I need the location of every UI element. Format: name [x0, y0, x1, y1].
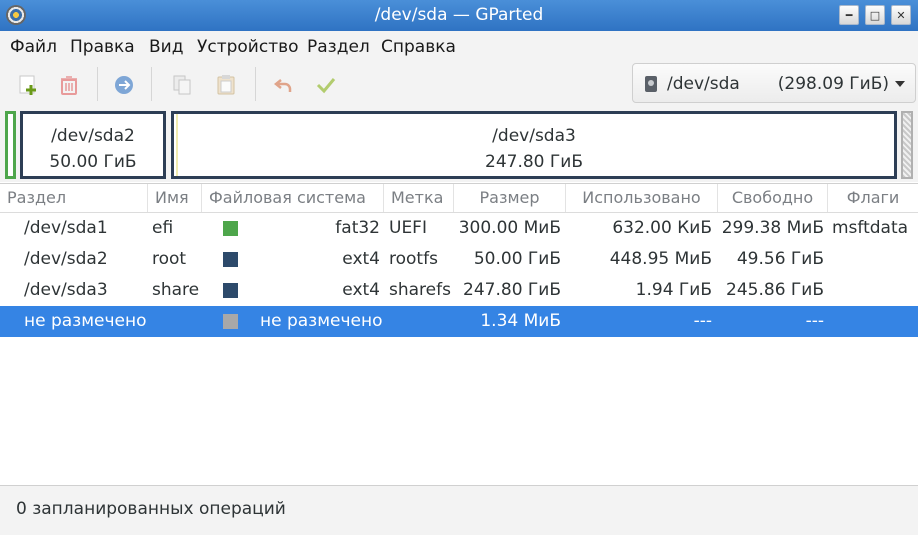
cell-filesystem: не размечено: [260, 311, 383, 331]
toolbar: /dev/sda (298.09 ГиБ): [0, 62, 918, 108]
harddisk-icon: [645, 76, 657, 92]
fs-color-swatch: [223, 221, 238, 236]
device-selector[interactable]: /dev/sda (298.09 ГиБ): [632, 63, 916, 103]
copy-icon: [173, 75, 191, 95]
toolbar-separator: [97, 67, 98, 101]
menu-view[interactable]: Вид: [149, 37, 183, 57]
menu-partition[interactable]: Раздел: [307, 37, 370, 57]
cell-used: 448.95 МиБ: [609, 249, 712, 269]
diskmap-sda1[interactable]: [5, 111, 16, 179]
column-name[interactable]: Имя: [148, 184, 202, 212]
title-bar: /dev/sda — GParted ━ □ ✕: [0, 0, 918, 31]
new-icon: [19, 75, 36, 95]
cell-filesystem: ext4: [342, 280, 380, 300]
table-row[interactable]: /dev/sda1 efi fat32 UEFI 300.00 МиБ 632.…: [0, 213, 918, 244]
fs-color-swatch: [223, 283, 238, 298]
delete-icon: [61, 76, 77, 95]
menu-help[interactable]: Справка: [381, 37, 456, 57]
undo-icon: [273, 79, 292, 92]
column-filesystem[interactable]: Файловая система: [202, 184, 384, 212]
minimize-button[interactable]: ━: [839, 5, 859, 25]
cell-name: root: [152, 249, 187, 269]
column-partition[interactable]: Раздел: [0, 184, 148, 212]
toolbar-separator: [151, 67, 152, 101]
new-partition-button[interactable]: [16, 72, 42, 98]
cell-name: efi: [152, 218, 174, 238]
cell-partition: /dev/sda3: [24, 280, 108, 300]
menu-file[interactable]: Файл: [10, 37, 57, 57]
disk-graphic: /dev/sda2 50.00 ГиБ /dev/sda3 247.80 ГиБ: [0, 108, 918, 182]
cell-name: share: [152, 280, 200, 300]
column-size[interactable]: Размер: [454, 184, 566, 212]
table-row-selected[interactable]: не размечено не размечено 1.34 МиБ --- -…: [0, 306, 918, 337]
cell-flags: msftdata: [832, 218, 909, 238]
device-name: /dev/sda: [667, 74, 740, 94]
cell-filesystem: ext4: [342, 249, 380, 269]
resize-move-icon: [115, 76, 133, 94]
diskmap-sda2-name: /dev/sda2: [51, 126, 135, 146]
cell-free: 299.38 МиБ: [721, 218, 824, 238]
apply-icon: [316, 78, 336, 94]
close-button[interactable]: ✕: [891, 5, 911, 25]
resize-move-button[interactable]: [111, 72, 137, 98]
cell-partition: /dev/sda1: [24, 218, 108, 238]
diskmap-unallocated[interactable]: [901, 111, 913, 179]
status-bar: 0 запланированных операций: [0, 485, 918, 535]
pending-operations-text: 0 запланированных операций: [16, 499, 286, 519]
menu-bar: Файл Правка Вид Устройство Раздел Справк…: [0, 31, 918, 62]
cell-used: 1.94 ГиБ: [635, 280, 712, 300]
undo-button[interactable]: [271, 72, 297, 98]
cell-size: 1.34 МиБ: [480, 311, 561, 331]
fs-color-swatch: [223, 252, 238, 267]
column-used[interactable]: Использовано: [566, 184, 718, 212]
cell-label: UEFI: [389, 218, 427, 238]
cell-size: 247.80 ГиБ: [463, 280, 561, 300]
table-row[interactable]: /dev/sda2 root ext4 rootfs 50.00 ГиБ 448…: [0, 244, 918, 275]
cell-label: rootfs: [389, 249, 438, 269]
cell-free: ---: [805, 311, 824, 331]
diskmap-sda3-size: 247.80 ГиБ: [485, 152, 583, 172]
diskmap-sda3[interactable]: /dev/sda3 247.80 ГиБ: [171, 111, 897, 179]
diskmap-sda2-size: 50.00 ГиБ: [49, 152, 137, 172]
table-header: Раздел Имя Файловая система Метка Размер…: [0, 184, 918, 213]
delete-partition-button[interactable]: [56, 72, 82, 98]
cell-free: 245.86 ГиБ: [726, 280, 824, 300]
cell-size: 300.00 МиБ: [458, 218, 561, 238]
cell-used: ---: [693, 311, 712, 331]
column-free[interactable]: Свободно: [718, 184, 828, 212]
menu-device[interactable]: Устройство: [197, 37, 299, 57]
toolbar-separator: [255, 67, 256, 101]
cell-label: sharefs: [389, 280, 451, 300]
fs-color-swatch: [223, 314, 238, 329]
table-row[interactable]: /dev/sda3 share ext4 sharefs 247.80 ГиБ …: [0, 275, 918, 306]
cell-size: 50.00 ГиБ: [473, 249, 561, 269]
diskmap-sda3-name: /dev/sda3: [492, 126, 576, 146]
cell-used: 632.00 КиБ: [612, 218, 712, 238]
menu-edit[interactable]: Правка: [70, 37, 135, 57]
cell-free: 49.56 ГиБ: [736, 249, 824, 269]
paste-button[interactable]: [213, 72, 239, 98]
cell-partition: не размечено: [24, 311, 147, 331]
diskmap-sda2[interactable]: /dev/sda2 50.00 ГиБ: [20, 111, 166, 179]
cell-partition: /dev/sda2: [24, 249, 108, 269]
copy-button[interactable]: [169, 72, 195, 98]
window-title: /dev/sda — GParted: [374, 5, 544, 25]
paste-icon: [217, 75, 235, 95]
maximize-button[interactable]: □: [865, 5, 885, 25]
device-size: (298.09 ГиБ): [777, 74, 889, 94]
cell-filesystem: fat32: [335, 218, 380, 238]
chevron-down-icon: [895, 81, 905, 87]
column-flags[interactable]: Флаги: [828, 184, 918, 212]
column-label[interactable]: Метка: [384, 184, 454, 212]
partition-table: Раздел Имя Файловая система Метка Размер…: [0, 183, 918, 486]
apply-button[interactable]: [313, 72, 339, 98]
